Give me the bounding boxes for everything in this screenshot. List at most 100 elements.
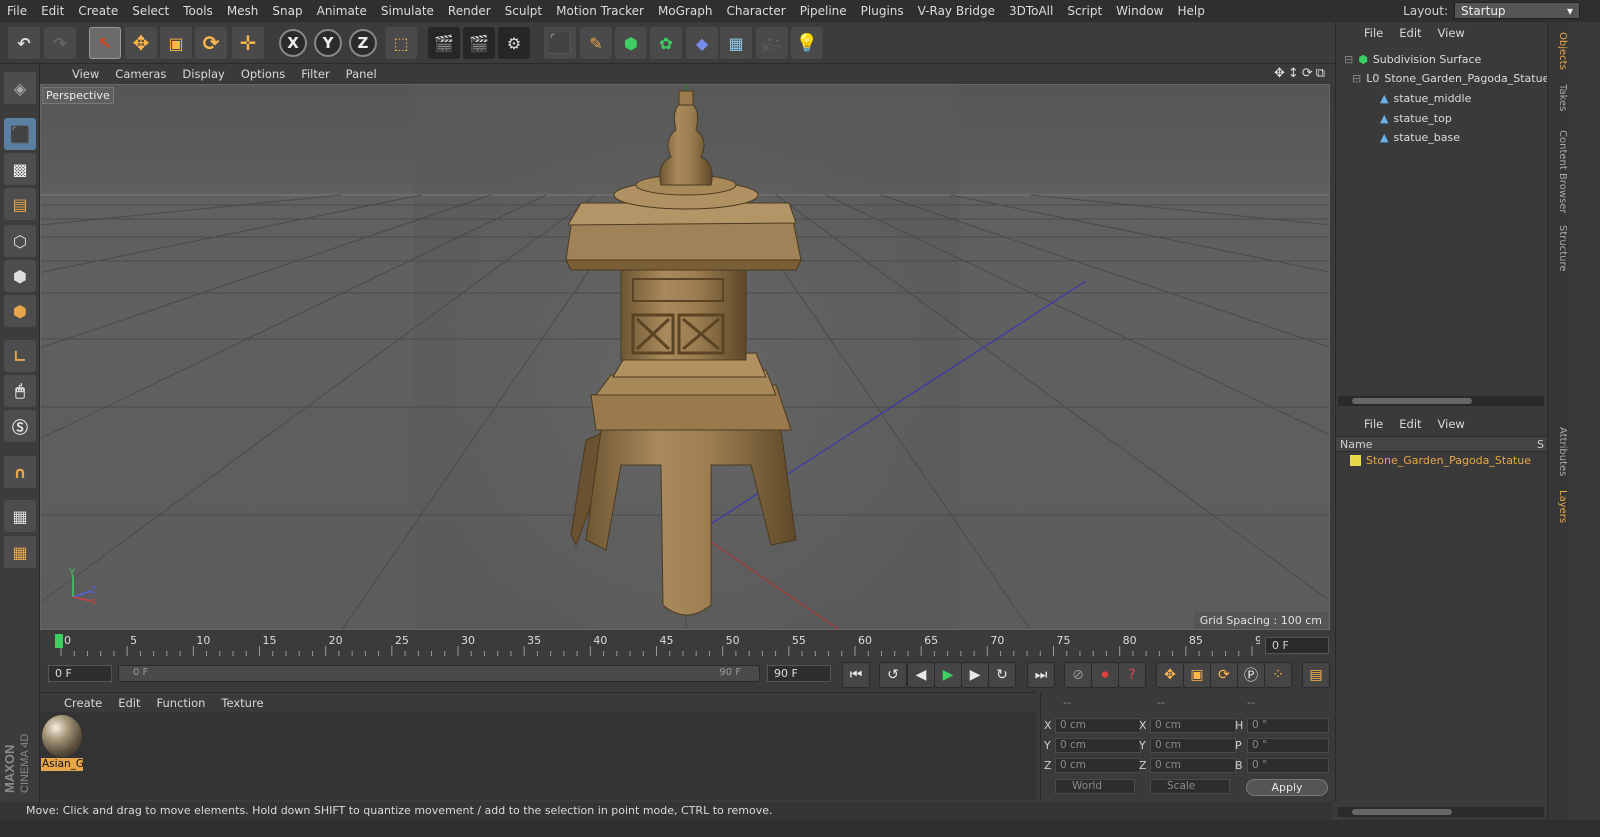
layer-menu-file[interactable]: File: [1356, 417, 1391, 431]
key-rotation-icon[interactable]: ⟳: [1210, 662, 1238, 688]
tab-takes[interactable]: Takes: [1550, 78, 1568, 118]
menu-item-create[interactable]: Create: [71, 4, 125, 18]
viewport-menu-filter[interactable]: Filter: [293, 67, 337, 81]
key-parameter-icon[interactable]: Ⓟ: [1237, 662, 1265, 688]
material-name-label[interactable]: Asian_G: [41, 758, 83, 771]
workplane-mode-icon[interactable]: ▤: [4, 188, 36, 220]
obj-menu-view[interactable]: View: [1430, 26, 1473, 40]
layer-solo-column[interactable]: S: [1537, 438, 1544, 451]
collapse-icon[interactable]: ⊟: [1344, 53, 1353, 66]
menu-item-snap[interactable]: Snap: [265, 4, 309, 18]
subdivision-surface-icon[interactable]: ⬢: [615, 27, 647, 59]
obj-menu-edit[interactable]: Edit: [1391, 26, 1429, 40]
light-icon[interactable]: 💡: [791, 27, 823, 59]
axis-mode-icon[interactable]: ∟: [4, 340, 36, 372]
solo-mode-icon[interactable]: Ⓢ: [4, 410, 36, 442]
size-mode-dropdown[interactable]: Scale: [1150, 779, 1230, 794]
tweak-mode-icon[interactable]: 🖱: [4, 375, 36, 407]
render-picture-viewer-icon[interactable]: 🎬: [463, 27, 495, 59]
tab-content-browser[interactable]: Content Browser: [1550, 122, 1568, 222]
material-manager-area[interactable]: [40, 712, 1036, 800]
layer-manager-scrollbar[interactable]: [1338, 807, 1544, 817]
menu-item-animate[interactable]: Animate: [310, 4, 374, 18]
apply-button[interactable]: Apply: [1246, 779, 1328, 796]
next-key-icon[interactable]: ↻: [988, 662, 1016, 688]
tab-layers[interactable]: Layers: [1550, 487, 1568, 527]
timeline-window-icon[interactable]: ▤: [1302, 662, 1330, 688]
menu-item-mograph[interactable]: MoGraph: [651, 4, 720, 18]
snap-magnet-icon[interactable]: ∩: [4, 456, 36, 488]
coordinate-system-icon[interactable]: ⬚: [385, 27, 417, 59]
floor-scene-icon[interactable]: ▦: [720, 27, 752, 59]
rot-b-field[interactable]: 0 °: [1247, 758, 1329, 773]
frame-range-slider[interactable]: 0 F 90 F: [118, 665, 760, 682]
key-point-level-icon[interactable]: ⁘: [1264, 662, 1292, 688]
next-frame-icon[interactable]: ▶: [961, 662, 989, 688]
obj-menu-file[interactable]: File: [1356, 26, 1391, 40]
layer-name-column[interactable]: Name: [1340, 438, 1372, 451]
size-x-field[interactable]: 0 cm: [1150, 718, 1236, 733]
keyframe-selection-icon[interactable]: ?: [1118, 662, 1146, 688]
timeline-ruler[interactable]: 0 5 10 15 20 25 30 35 40 45 50 55 60 65 70 75 80 85 90: [40, 632, 1332, 658]
menu-item-edit[interactable]: Edit: [34, 4, 71, 18]
tree-item-pagoda-statue[interactable]: ⊟ L0 Stone_Garden_Pagoda_Statue: [1352, 72, 1549, 85]
menu-item-mesh[interactable]: Mesh: [220, 4, 266, 18]
autokey-icon[interactable]: ⏺: [1091, 662, 1119, 688]
material-menu-create[interactable]: Create: [56, 696, 110, 710]
menu-item-tools[interactable]: Tools: [176, 4, 220, 18]
tree-item-statue-top[interactable]: ▲ statue_top: [1380, 112, 1452, 125]
deformer-icon[interactable]: ◆: [686, 27, 718, 59]
record-keys-icon[interactable]: ⊘: [1064, 662, 1092, 688]
size-y-field[interactable]: 0 cm: [1150, 738, 1236, 753]
menu-item-select[interactable]: Select: [125, 4, 176, 18]
menu-item-character[interactable]: Character: [719, 4, 792, 18]
coordinate-space-dropdown[interactable]: World: [1055, 779, 1135, 794]
layer-item[interactable]: Stone_Garden_Pagoda_Statue: [1350, 454, 1531, 467]
viewport-3d[interactable]: Y Z X: [40, 84, 1330, 630]
viewport-menu-panel[interactable]: Panel: [338, 67, 385, 81]
previous-frame-icon[interactable]: ◀: [907, 662, 935, 688]
size-z-field[interactable]: 0 cm: [1150, 758, 1236, 773]
material-preview-sphere[interactable]: [42, 715, 82, 757]
viewport-navigation-icons[interactable]: ✥↕⟳⧉: [1274, 66, 1328, 81]
pen-spline-icon[interactable]: ✎: [580, 27, 612, 59]
pos-y-field[interactable]: 0 cm: [1055, 738, 1141, 753]
scale-tool-icon[interactable]: ▣: [160, 27, 192, 59]
tree-item-statue-middle[interactable]: ▲ statue_middle: [1380, 92, 1471, 105]
y-axis-lock-button[interactable]: Y: [314, 29, 342, 57]
render-view-icon[interactable]: 🎬: [428, 27, 460, 59]
layer-menu-edit[interactable]: Edit: [1391, 417, 1429, 431]
undo-icon[interactable]: ↶: [8, 27, 40, 59]
menu-item-v-ray-bridge[interactable]: V-Ray Bridge: [911, 4, 1002, 18]
menu-item-render[interactable]: Render: [441, 4, 498, 18]
layout-dropdown[interactable]: Startup ▾: [1454, 2, 1580, 19]
menu-item-file[interactable]: File: [0, 4, 34, 18]
rot-h-field[interactable]: 0 °: [1247, 718, 1329, 733]
viewport-menu-options[interactable]: Options: [233, 67, 293, 81]
redo-icon[interactable]: ↷: [44, 27, 76, 59]
workplane-align-icon[interactable]: ▦: [4, 536, 36, 568]
start-frame-field[interactable]: 0 F: [48, 665, 112, 682]
cube-object-icon[interactable]: ⬛: [544, 27, 576, 59]
tab-objects[interactable]: Objects: [1550, 28, 1568, 74]
tree-item-subdivision-surface[interactable]: ⊟ ⬢ Subdivision Surface: [1344, 53, 1481, 66]
menu-item-sculpt[interactable]: Sculpt: [498, 4, 549, 18]
menu-item-window[interactable]: Window: [1109, 4, 1170, 18]
play-icon[interactable]: ▶: [934, 662, 962, 688]
polygons-mode-icon[interactable]: ⬢: [4, 295, 36, 327]
layer-menu-view[interactable]: View: [1430, 417, 1473, 431]
camera-icon[interactable]: 🎥: [756, 27, 788, 59]
layout-selector[interactable]: Layout: Startup ▾: [1403, 2, 1580, 19]
tab-attributes[interactable]: Attributes: [1550, 422, 1568, 482]
pos-z-field[interactable]: 0 cm: [1055, 758, 1141, 773]
menu-item-pipeline[interactable]: Pipeline: [793, 4, 854, 18]
previous-key-icon[interactable]: ↺: [879, 662, 907, 688]
menu-item-plugins[interactable]: Plugins: [854, 4, 911, 18]
z-axis-lock-button[interactable]: Z: [349, 29, 377, 57]
transform-tool-icon[interactable]: ✛: [232, 27, 264, 59]
rotate-tool-icon[interactable]: ⟳: [195, 27, 227, 59]
menu-item-script[interactable]: Script: [1060, 4, 1109, 18]
make-editable-icon[interactable]: ◈: [4, 72, 36, 104]
move-tool-icon[interactable]: ✥: [125, 27, 157, 59]
viewport-menu-display[interactable]: Display: [174, 67, 232, 81]
